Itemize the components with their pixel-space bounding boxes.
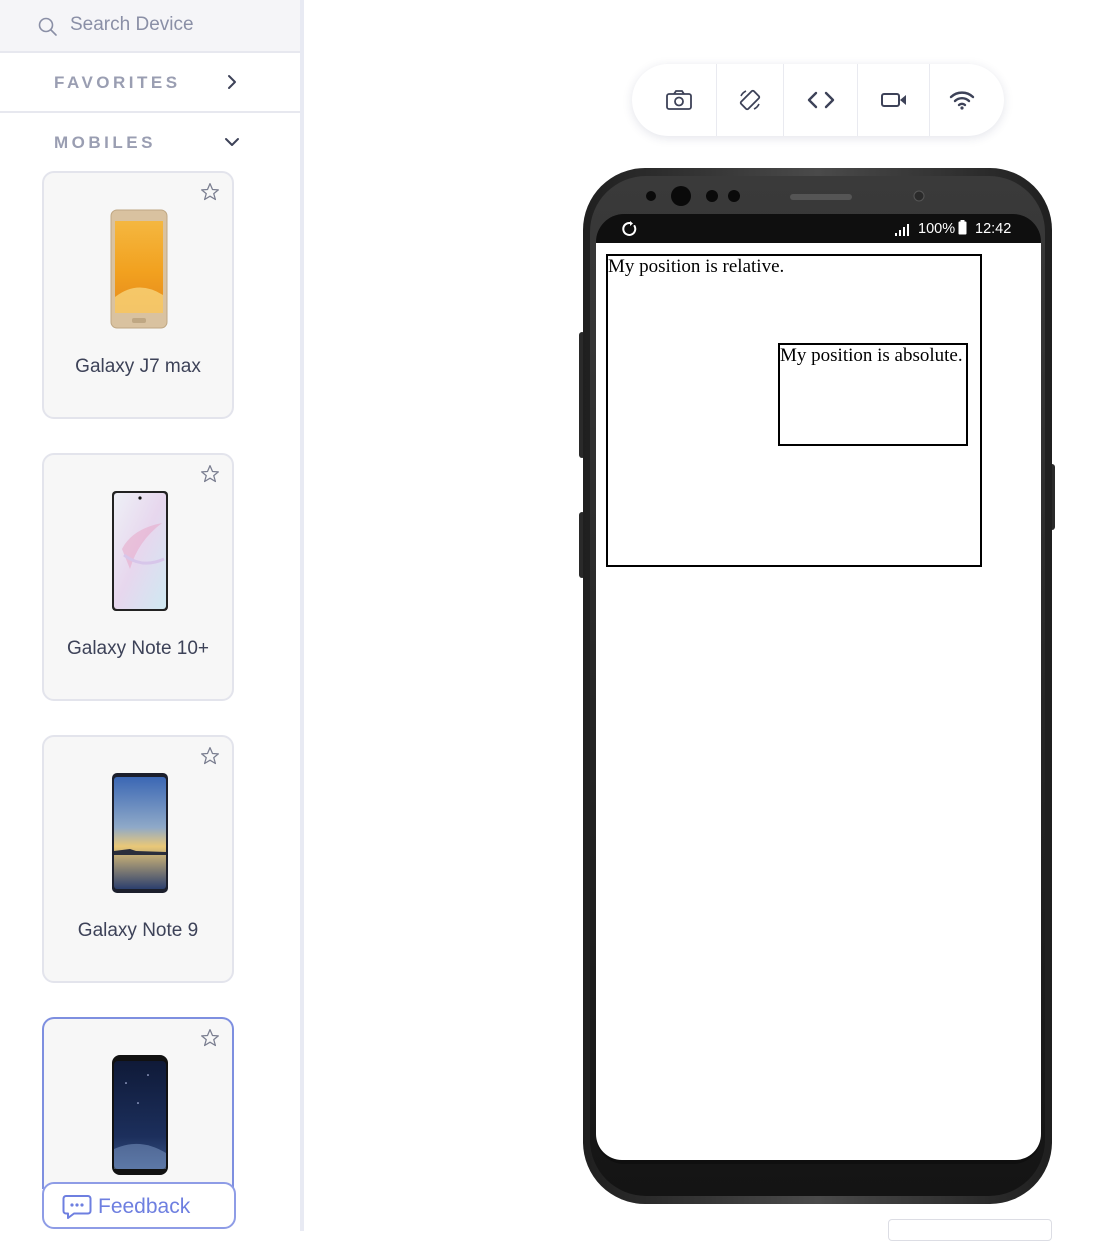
clock: 12:42 <box>975 221 1012 237</box>
video-icon <box>880 93 906 107</box>
absolute-box: My position is absolute. <box>778 343 968 446</box>
screenshot-button[interactable] <box>642 64 716 136</box>
device-sidebar: Search Device FAVORITES MOBILES Galaxy J… <box>0 0 304 1231</box>
relative-box-text: My position is relative. <box>608 256 785 277</box>
battery-level: 100% <box>918 221 956 237</box>
chevron-down-icon <box>225 138 239 146</box>
chat-icon <box>62 1195 92 1219</box>
feedback-button[interactable]: Feedback <box>42 1182 236 1229</box>
phone-image <box>112 491 168 611</box>
device-card-galaxy-s8[interactable] <box>42 1017 234 1189</box>
device-name: Galaxy Note 10+ <box>66 638 210 659</box>
wifi-icon <box>949 91 975 110</box>
feedback-label: Feedback <box>98 1195 191 1218</box>
search-input[interactable]: Search Device <box>0 0 300 53</box>
code-icon <box>807 91 834 109</box>
favorites-section-header[interactable]: FAVORITES <box>0 53 300 113</box>
star-icon[interactable] <box>200 464 220 484</box>
absolute-box-text: My position is absolute. <box>780 345 963 366</box>
signal-icon <box>895 224 909 236</box>
device-card-galaxy-j7-max[interactable]: Galaxy J7 max <box>42 171 234 419</box>
camera-icon <box>666 90 692 110</box>
device-name: Galaxy J7 max <box>75 356 201 377</box>
phone-image <box>112 1055 168 1175</box>
device-card-galaxy-note-10-plus[interactable]: Galaxy Note 10+ <box>42 453 234 701</box>
bottom-panel-tab[interactable] <box>888 1219 1052 1241</box>
star-icon[interactable] <box>200 182 220 202</box>
devtools-button[interactable] <box>784 64 857 136</box>
phone-image <box>110 209 168 329</box>
favorites-label: FAVORITES <box>54 73 181 92</box>
rotate-icon <box>739 89 761 111</box>
phone-image <box>112 773 168 893</box>
device-toolbar <box>632 64 1004 136</box>
search-placeholder: Search Device <box>70 14 194 35</box>
search-icon <box>38 17 57 36</box>
battery-icon <box>958 220 967 235</box>
relative-box: My position is relative. My position is … <box>606 254 982 567</box>
record-button[interactable] <box>858 64 929 136</box>
device-card-galaxy-note-9[interactable]: Galaxy Note 9 <box>42 735 234 983</box>
network-button[interactable] <box>930 64 994 136</box>
star-icon[interactable] <box>200 746 220 766</box>
sync-icon <box>622 221 637 236</box>
device-name: Galaxy Note 9 <box>77 920 199 941</box>
mobiles-section-header[interactable]: MOBILES <box>0 113 300 171</box>
status-bar: 100% 12:42 <box>596 214 1041 243</box>
rotate-button[interactable] <box>717 64 783 136</box>
chevron-right-icon <box>228 75 236 89</box>
device-screen[interactable]: My position is relative. My position is … <box>596 243 1041 1160</box>
star-icon[interactable] <box>200 1028 220 1048</box>
mobiles-label: MOBILES <box>54 133 156 152</box>
